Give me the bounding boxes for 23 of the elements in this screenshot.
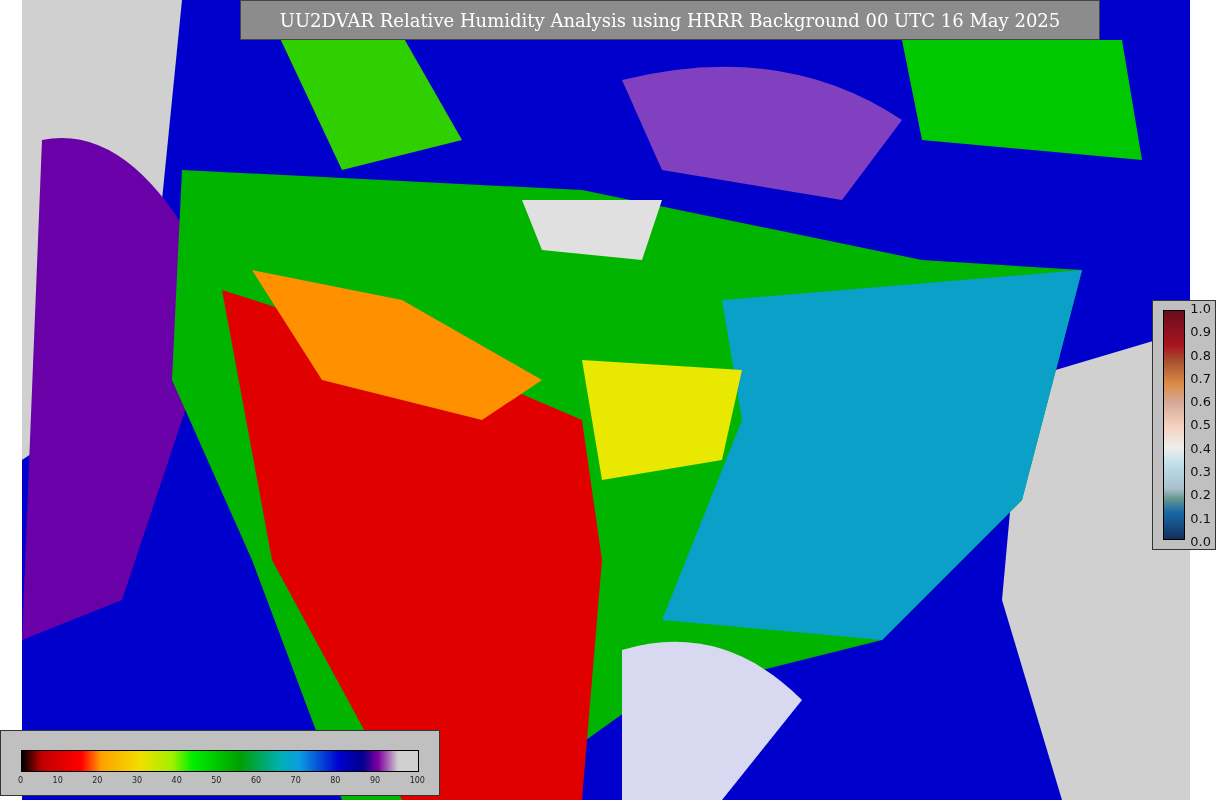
tick-label: 0.2	[1190, 487, 1211, 503]
tick-label: 0.4	[1190, 440, 1211, 456]
tick-label: 70	[290, 776, 301, 785]
tick-label: 20	[92, 776, 103, 785]
tick-label: 0.3	[1190, 464, 1211, 480]
tick-label: 0.1	[1190, 510, 1211, 526]
tick-label: 0.5	[1190, 417, 1211, 433]
tick-label: 50	[211, 776, 222, 785]
map-title: UU2DVAR Relative Humidity Analysis using HRRR Background 00 UTC 16 May 2025	[240, 0, 1100, 40]
tick-label: 0.9	[1190, 324, 1211, 340]
tick-label: 0.8	[1190, 347, 1211, 363]
tick-label: 80	[330, 776, 341, 785]
tick-label: 1.0	[1190, 301, 1211, 316]
tick-label: 100	[409, 776, 425, 785]
tick-label: 0.7	[1190, 370, 1211, 386]
tick-label: 0.0	[1190, 533, 1211, 549]
tick-label: 0	[18, 776, 24, 785]
tick-label: 60	[250, 776, 262, 785]
tick-label: 40	[171, 776, 182, 785]
tick-label: 10	[52, 776, 63, 785]
tick-label: 90	[369, 776, 381, 785]
tick-label: 30	[131, 776, 143, 785]
tick-label: 0.6	[1190, 394, 1211, 410]
